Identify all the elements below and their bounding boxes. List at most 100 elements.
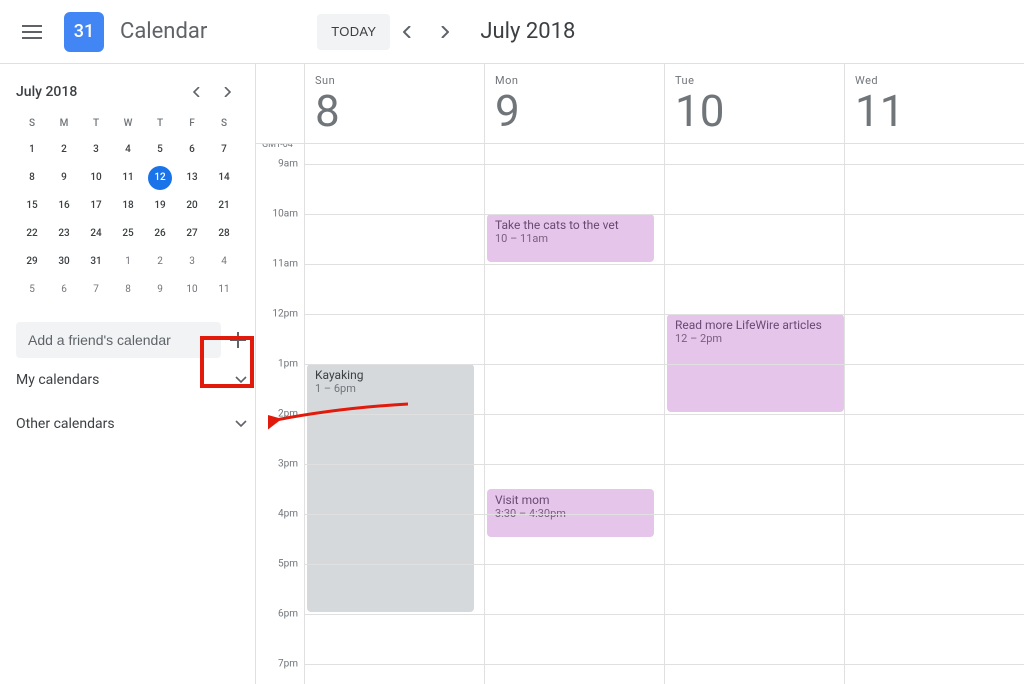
chevron-right-icon — [439, 26, 449, 38]
minical-day[interactable]: 20 — [176, 194, 208, 218]
next-period-button[interactable] — [426, 14, 462, 50]
minical-day[interactable]: 3 — [176, 250, 208, 274]
minical-title: July 2018 — [16, 84, 77, 100]
minical-day[interactable]: 15 — [16, 194, 48, 218]
hour-line — [304, 664, 1024, 665]
minical-day[interactable]: 1 — [112, 250, 144, 274]
minical-day[interactable]: 19 — [144, 194, 176, 218]
hour-line — [304, 364, 1024, 365]
minical-day[interactable]: 23 — [48, 222, 80, 246]
day-number: 8 — [315, 89, 484, 133]
minical-day[interactable]: 4 — [112, 138, 144, 162]
event-time: 1 – 6pm — [315, 382, 466, 395]
hour-label: 5pm — [278, 559, 298, 570]
minical-day[interactable]: 1 — [16, 138, 48, 162]
add-calendar-button[interactable] — [229, 322, 247, 358]
minical-day[interactable]: 3 — [80, 138, 112, 162]
event[interactable]: Read more LifeWire articles12 – 2pm — [667, 314, 844, 412]
minical-day[interactable]: 25 — [112, 222, 144, 246]
minical-day[interactable]: 9 — [144, 278, 176, 302]
minical-day[interactable]: 12 — [148, 166, 172, 190]
minical-day[interactable]: 2 — [48, 138, 80, 162]
hour-label: 2pm — [278, 409, 298, 420]
minical-day[interactable]: 6 — [48, 278, 80, 302]
minical-day[interactable]: 5 — [144, 138, 176, 162]
minical-day[interactable]: 18 — [112, 194, 144, 218]
other-calendars-section[interactable]: Other calendars — [16, 402, 247, 446]
minical-day[interactable]: 4 — [208, 250, 240, 274]
event[interactable]: Kayaking1 – 6pm — [307, 364, 474, 612]
day-of-week: Mon — [495, 74, 664, 87]
day-number: 10 — [675, 89, 844, 133]
minical-day[interactable]: 10 — [80, 166, 112, 190]
calendar-grid: Sun8Mon9Tue10Wed11 GMT-04 9am10am11am12p… — [256, 64, 1024, 684]
my-calendars-section[interactable]: My calendars — [16, 358, 247, 402]
hour-label: 6pm — [278, 609, 298, 620]
minical-day[interactable]: 21 — [208, 194, 240, 218]
minical-dow: S — [208, 114, 240, 134]
minical-day[interactable]: 28 — [208, 222, 240, 246]
chevron-right-icon — [223, 87, 231, 97]
minical-day[interactable]: 24 — [80, 222, 112, 246]
minical-day[interactable]: 31 — [80, 250, 112, 274]
menu-button[interactable] — [8, 8, 56, 56]
minical-day[interactable]: 29 — [16, 250, 48, 274]
app-header: 31 Calendar TODAY July 2018 — [0, 0, 1024, 64]
minical-day[interactable]: 13 — [176, 166, 208, 190]
hour-line — [304, 464, 1024, 465]
day-header[interactable]: Wed11 — [844, 64, 1024, 143]
minical-day[interactable]: 9 — [48, 166, 80, 190]
hour-label: 4pm — [278, 509, 298, 520]
event-title: Take the cats to the vet — [495, 218, 646, 232]
day-header[interactable]: Tue10 — [664, 64, 844, 143]
minical-next-button[interactable] — [215, 80, 239, 104]
event-time: 12 – 2pm — [675, 332, 836, 345]
section-label: Other calendars — [16, 416, 115, 432]
minical-day[interactable]: 26 — [144, 222, 176, 246]
minical-day[interactable]: 17 — [80, 194, 112, 218]
event[interactable]: Visit mom3:30 – 4:30pm — [487, 489, 654, 537]
event[interactable]: Take the cats to the vet10 – 11am — [487, 214, 654, 262]
minical-day[interactable]: 16 — [48, 194, 80, 218]
hamburger-icon — [22, 25, 42, 39]
minical-day[interactable]: 8 — [16, 166, 48, 190]
hour-line — [304, 564, 1024, 565]
day-header[interactable]: Sun 8 — [304, 64, 484, 143]
day-header[interactable]: Mon9 — [484, 64, 664, 143]
event-title: Read more LifeWire articles — [675, 318, 836, 332]
hour-label: 1pm — [278, 359, 298, 370]
minical-day[interactable]: 10 — [176, 278, 208, 302]
hour-line — [304, 264, 1024, 265]
chevron-down-icon — [235, 420, 247, 428]
hour-line — [304, 514, 1024, 515]
minical-prev-button[interactable] — [185, 80, 209, 104]
day-headers: Sun 8Mon9Tue10Wed11 — [256, 64, 1024, 144]
minical-dow: T — [80, 114, 112, 134]
chevron-left-icon — [403, 26, 413, 38]
hour-label: 7pm — [278, 659, 298, 670]
minical-day[interactable]: 22 — [16, 222, 48, 246]
minical-day[interactable]: 7 — [80, 278, 112, 302]
minical-day[interactable]: 11 — [112, 166, 144, 190]
hour-line — [304, 314, 1024, 315]
minical-day[interactable]: 6 — [176, 138, 208, 162]
day-number: 11 — [855, 89, 1024, 133]
section-label: My calendars — [16, 372, 99, 388]
hour-label: 3pm — [278, 459, 298, 470]
event-time: 10 – 11am — [495, 232, 646, 245]
prev-period-button[interactable] — [390, 14, 426, 50]
minical-day[interactable]: 5 — [16, 278, 48, 302]
hour-label: 11am — [273, 259, 298, 270]
minical-dow: W — [112, 114, 144, 134]
minical-day[interactable]: 7 — [208, 138, 240, 162]
minical-day[interactable]: 8 — [112, 278, 144, 302]
add-friend-input[interactable] — [16, 322, 221, 358]
day-of-week: Sun — [315, 74, 484, 87]
hour-line — [304, 614, 1024, 615]
minical-day[interactable]: 14 — [208, 166, 240, 190]
minical-day[interactable]: 11 — [208, 278, 240, 302]
minical-day[interactable]: 27 — [176, 222, 208, 246]
today-button[interactable]: TODAY — [317, 14, 390, 50]
minical-day[interactable]: 30 — [48, 250, 80, 274]
minical-day[interactable]: 2 — [144, 250, 176, 274]
